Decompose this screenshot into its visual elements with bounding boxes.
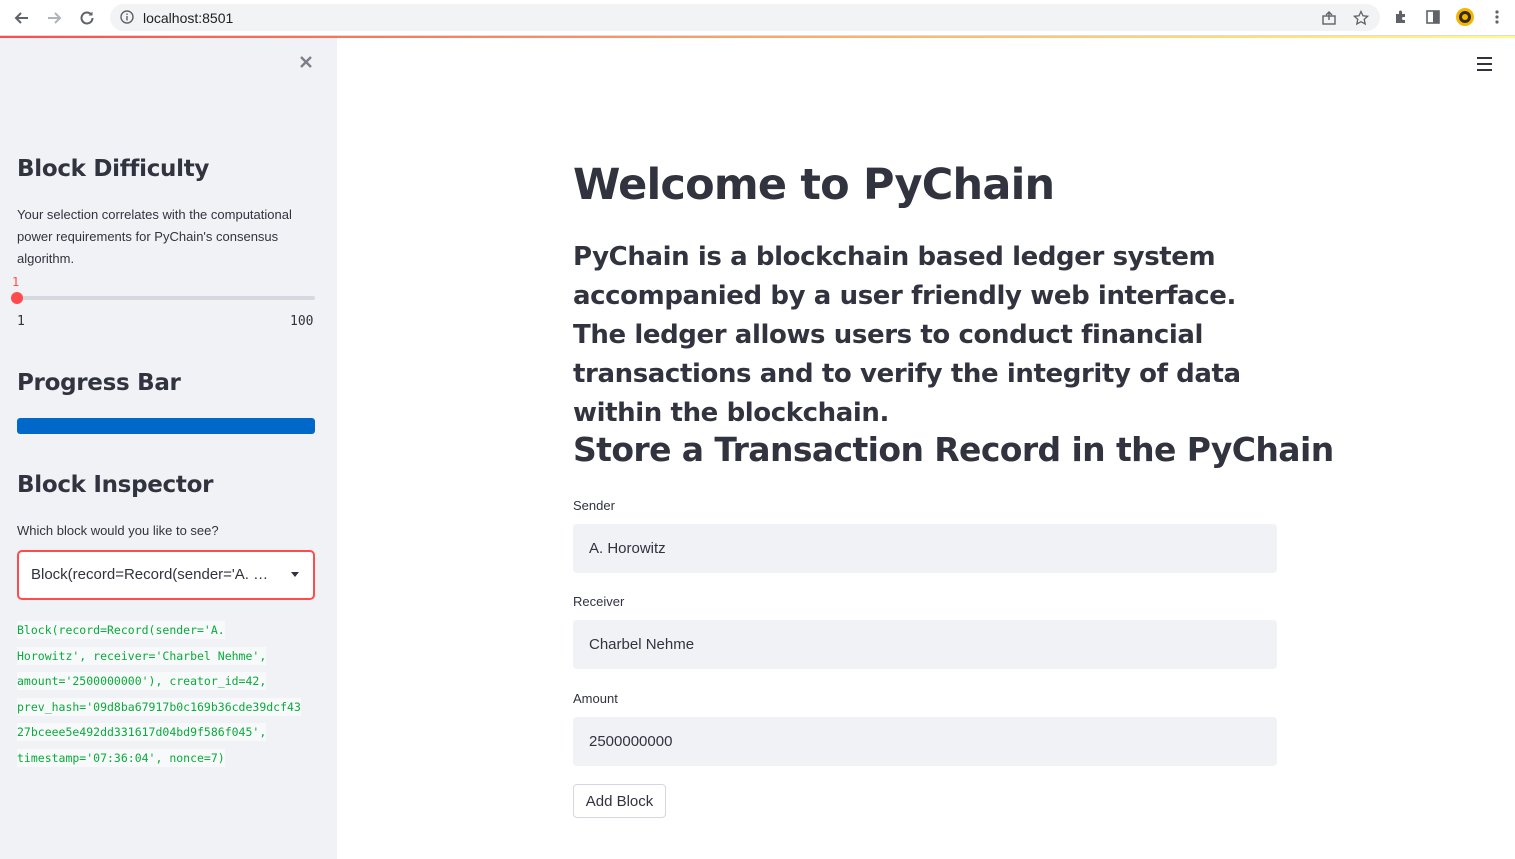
back-icon[interactable] (10, 6, 34, 30)
block-select[interactable]: Block(record=Record(sender='A. Horowitz'… (17, 550, 315, 600)
block-inspector-title: Block Inspector (17, 472, 214, 498)
difficulty-slider-thumb[interactable] (11, 292, 23, 304)
block-output-line: Horowitz', receiver='Charbel Nehme', (17, 646, 267, 665)
slider-max-label: 100 (290, 314, 314, 329)
intro-text: PyChain is a blockchain based ledger sys… (573, 242, 1241, 428)
reload-icon[interactable] (75, 6, 99, 30)
progress-bar-title: Progress Bar (17, 370, 181, 396)
receiver-label: Receiver (573, 594, 625, 609)
receiver-input[interactable] (573, 620, 1277, 669)
progress-bar-fill (17, 418, 315, 434)
forward-icon[interactable] (42, 6, 66, 30)
side-panel-icon[interactable] (1423, 7, 1443, 27)
block-output-line: prev_hash='09d8ba67917b0c169b36cde39dcf4… (17, 697, 301, 716)
block-output-line: Block(record=Record(sender='A. (17, 621, 225, 639)
amount-input[interactable] (573, 717, 1277, 766)
close-icon[interactable] (296, 52, 316, 72)
sender-label: Sender (573, 498, 615, 513)
star-icon[interactable] (1351, 8, 1371, 28)
hamburger-menu-icon[interactable] (1477, 57, 1495, 73)
profile-avatar-icon[interactable] (1455, 7, 1475, 27)
add-block-button[interactable]: Add Block (573, 784, 666, 818)
block-difficulty-title: Block Difficulty (17, 156, 210, 182)
block-output: Block(record=Record(sender='A. Horowitz'… (17, 618, 317, 771)
block-select-value: Block(record=Record(sender='A. Horowitz'… (31, 566, 276, 583)
slider-current-value: 1 (12, 275, 20, 289)
share-icon[interactable] (1319, 8, 1339, 28)
block-inspector-prompt: Which block would you like to see? (17, 523, 219, 538)
difficulty-slider-track[interactable] (17, 296, 315, 300)
progress-bar (17, 418, 315, 434)
slider-min-label: 1 (17, 314, 25, 329)
section-title: Store a Transaction Record in the PyChai… (573, 430, 1334, 469)
address-bar[interactable]: localhost:8501 (110, 4, 1380, 31)
block-output-line: timestamp='07:36:04', nonce=7) (17, 748, 225, 767)
url-text: localhost:8501 (143, 10, 234, 26)
browser-toolbar: localhost:8501 (0, 0, 1515, 36)
page-title: Welcome to PyChain (573, 160, 1055, 210)
extensions-icon[interactable] (1391, 7, 1411, 27)
block-output-line: 27bceee5e492dd331617d04bd9f586f045', (17, 723, 267, 741)
info-icon[interactable] (120, 10, 134, 24)
chevron-down-icon (291, 572, 299, 577)
block-output-line: amount='2500000000'), creator_id=42, (17, 672, 267, 690)
sender-input[interactable] (573, 524, 1277, 573)
block-difficulty-description: Your selection correlates with the compu… (17, 207, 292, 266)
sidebar: Block Difficulty Your selection correlat… (0, 38, 337, 859)
menu-dots-icon[interactable] (1487, 7, 1507, 27)
amount-label: Amount (573, 691, 618, 706)
